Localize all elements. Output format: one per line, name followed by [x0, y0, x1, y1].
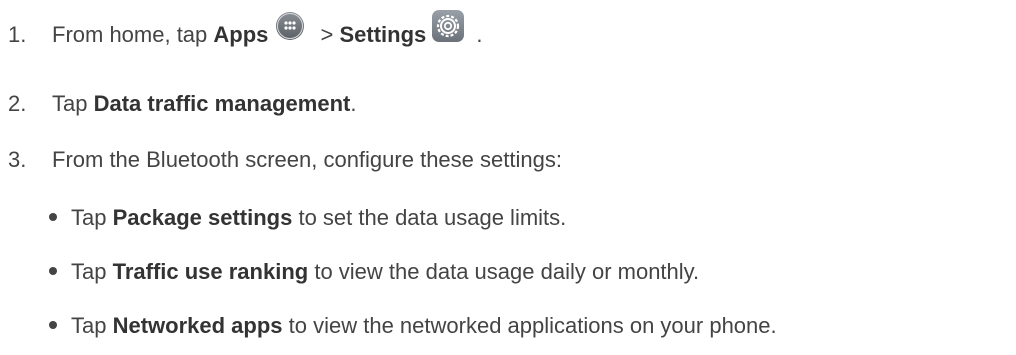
step-1: 1. From home, tap Apps > Settings . — [8, 10, 483, 52]
bullet-text: Tap — [71, 313, 113, 338]
step-separator: > — [314, 22, 340, 47]
step-text: Tap — [52, 91, 94, 116]
step-bold: Data traffic management — [93, 91, 351, 116]
step-text: From the Bluetooth screen, configure the… — [52, 147, 562, 172]
step-3: 3. From the Bluetooth screen, configure t… — [8, 145, 562, 175]
bullet-item-3: Tap Networked apps to view the networked… — [49, 311, 777, 341]
apps-label: Apps — [213, 22, 269, 47]
apps-grid-icon — [276, 12, 305, 41]
bullet-item-1: Tap Package settings to set the data usa… — [49, 203, 566, 233]
gear-icon — [432, 10, 465, 43]
step-end: . — [470, 22, 483, 47]
bullet-bold: Traffic use ranking — [112, 259, 309, 284]
bullet-dot — [49, 213, 57, 222]
bullet-text-end: to view the data usage daily or monthly. — [308, 259, 700, 284]
settings-label: Settings — [339, 22, 427, 47]
bullet-dot — [49, 267, 57, 276]
bullet-text: Tap — [71, 259, 113, 284]
step-text: From home, tap — [52, 22, 214, 47]
step-number: 3. — [8, 147, 27, 172]
bullet-text-end: to view the networked applications on yo… — [282, 313, 777, 338]
step-number: 2. — [8, 91, 27, 116]
step-number: 1. — [8, 22, 27, 47]
bullet-item-2: Tap Traffic use ranking to view the data… — [49, 257, 699, 287]
bullet-dot — [49, 321, 57, 330]
step-end: . — [350, 91, 357, 116]
bullet-bold: Package settings — [112, 205, 293, 230]
step-2: 2. Tap Data traffic management. — [8, 89, 356, 119]
bullet-bold: Networked apps — [112, 313, 283, 338]
bullet-text: Tap — [71, 205, 113, 230]
bullet-text-end: to set the data usage limits. — [292, 205, 567, 230]
